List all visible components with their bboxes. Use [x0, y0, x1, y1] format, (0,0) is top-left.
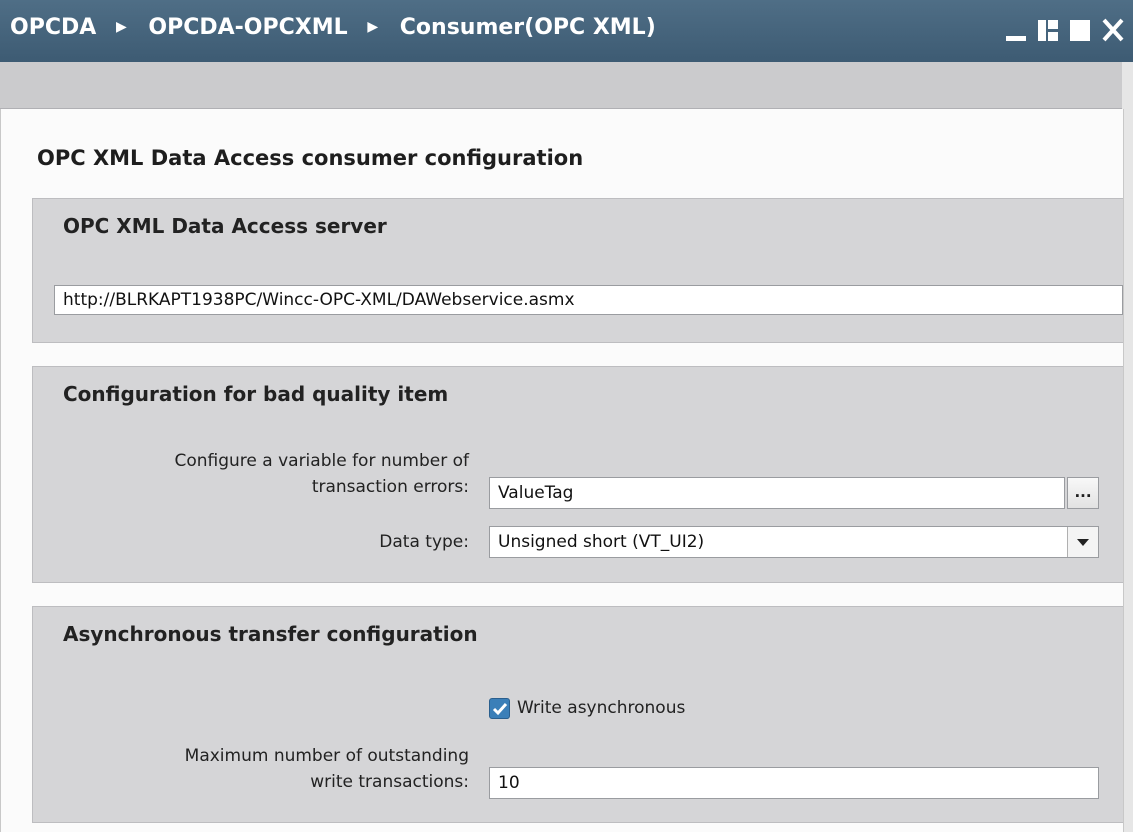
async-section: Asynchronous transfer configuration Writ… [32, 606, 1123, 823]
data-type-select-value: Unsigned short (VT_UI2) [498, 532, 705, 552]
max-transactions-label-line2: write transactions: [310, 772, 469, 792]
transaction-errors-label: Configure a variable for number of trans… [73, 448, 469, 500]
transaction-errors-input[interactable]: ValueTag [489, 477, 1065, 509]
page-title: OPC XML Data Access consumer configurati… [37, 146, 584, 170]
transaction-errors-label-line2: transaction errors: [311, 477, 469, 497]
restore-icon[interactable] [1037, 14, 1059, 48]
breadcrumb-item-consumer[interactable]: Consumer(OPC XML) [400, 15, 656, 40]
title-bar: OPCDA ▶ OPCDA-OPCXML ▶ Consumer(OPC XML) [0, 0, 1133, 62]
server-section: OPC XML Data Access server http://BLRKAP… [32, 198, 1123, 343]
triangle-right-icon: ▶ [367, 19, 379, 35]
chevron-down-icon[interactable] [1067, 527, 1098, 557]
max-transactions-label-line1: Maximum number of outstanding [184, 746, 469, 766]
write-async-label[interactable]: Write asynchronous [517, 695, 685, 721]
browse-button[interactable]: ... [1067, 477, 1099, 509]
data-type-select[interactable]: Unsigned short (VT_UI2) [489, 526, 1099, 558]
window-controls [1005, 14, 1125, 48]
server-url-input[interactable]: http://BLRKAPT1938PC/Wincc-OPC-XML/DAWeb… [54, 285, 1123, 315]
breadcrumb-item-opcda-opcxml[interactable]: OPCDA-OPCXML [148, 15, 347, 40]
breadcrumb-item-opcda[interactable]: OPCDA [10, 15, 96, 40]
async-section-title: Asynchronous transfer configuration [63, 622, 478, 646]
max-transactions-input[interactable]: 10 [489, 767, 1099, 799]
close-icon[interactable] [1101, 14, 1125, 48]
breadcrumb: OPCDA ▶ OPCDA-OPCXML ▶ Consumer(OPC XML) [10, 14, 656, 40]
triangle-right-icon: ▶ [115, 19, 127, 35]
bad-quality-section: Configuration for bad quality item Confi… [32, 366, 1123, 583]
maximize-icon[interactable] [1069, 14, 1091, 48]
minimize-icon[interactable] [1005, 14, 1027, 48]
write-async-checkbox[interactable] [489, 698, 510, 719]
bad-quality-section-title: Configuration for bad quality item [63, 382, 449, 406]
server-section-title: OPC XML Data Access server [63, 214, 387, 238]
data-type-label: Data type: [379, 532, 469, 552]
toolbar [0, 62, 1122, 109]
max-transactions-label: Maximum number of outstanding write tran… [73, 743, 469, 795]
transaction-errors-label-line1: Configure a variable for number of [174, 451, 469, 471]
